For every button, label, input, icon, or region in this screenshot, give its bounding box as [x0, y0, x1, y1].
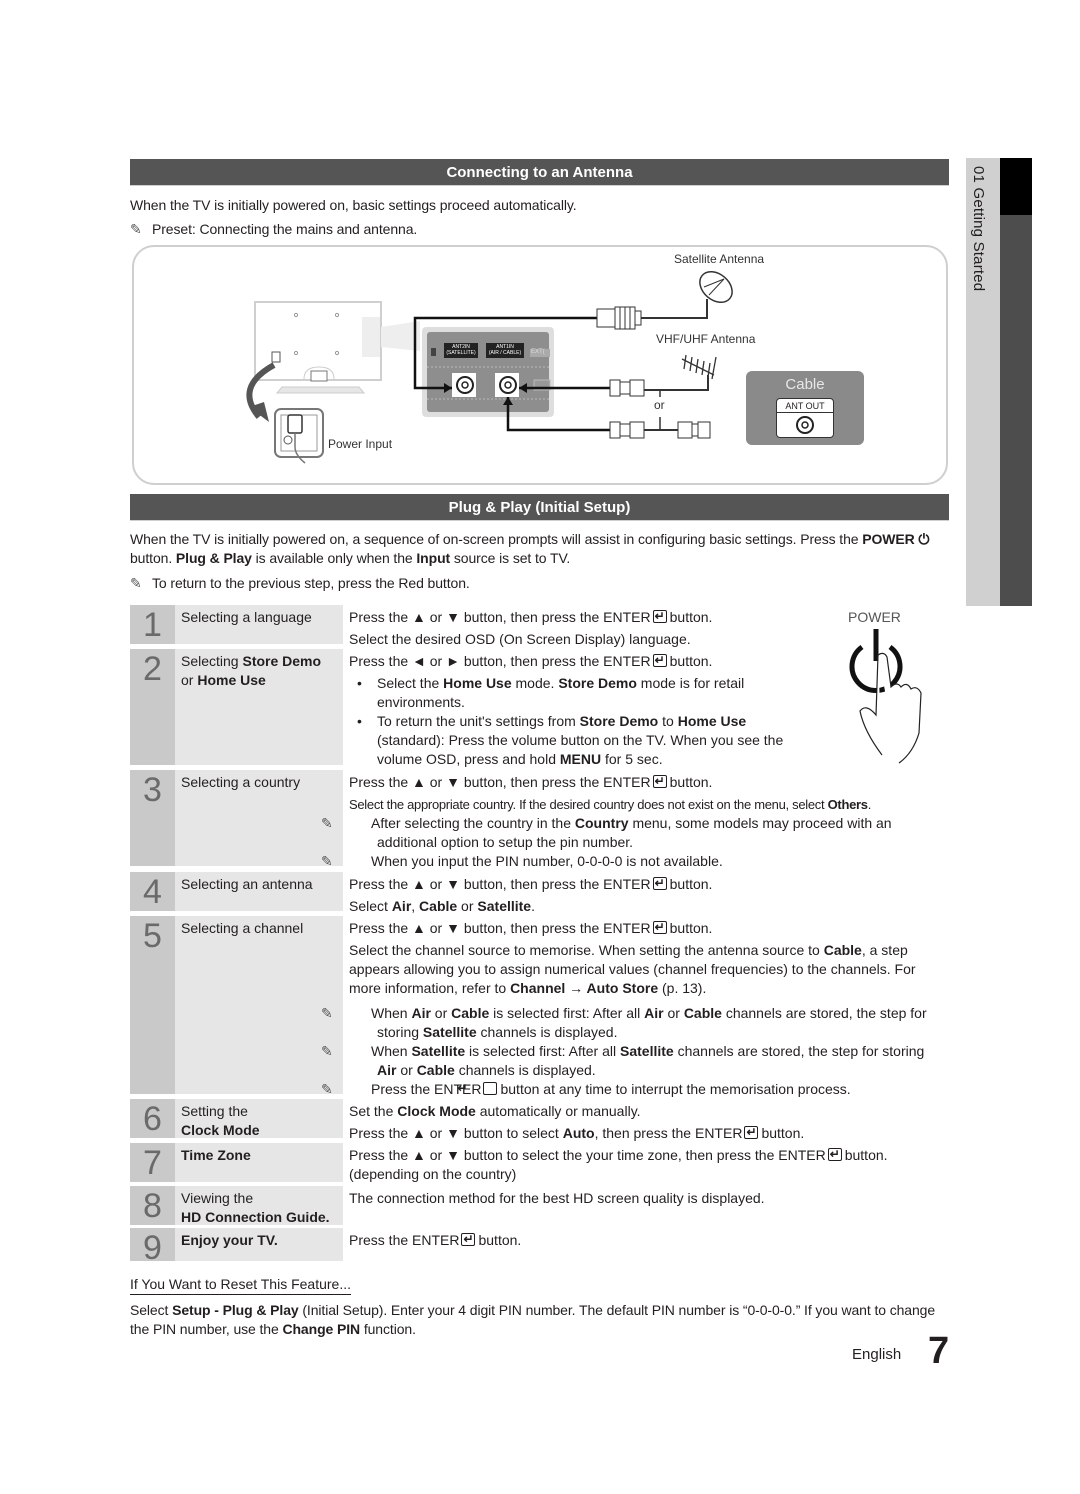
step-description: Press the ◄ or ► button, then press the …	[349, 651, 809, 769]
step-description: Press the ▲ or ▼ button, then press the …	[349, 607, 939, 652]
antenna-note-text: Preset: Connecting the mains and antenna…	[152, 221, 418, 237]
bullet-item: To return the unit's settings from Store…	[349, 712, 809, 769]
note-pencil-icon: ✎	[321, 815, 333, 831]
step-row: 4 Selecting an antenna Press the ▲ or ▼ …	[130, 872, 950, 914]
note-pencil-icon: ✎	[321, 1081, 333, 1097]
step-number: 2	[130, 649, 175, 765]
step-title: Setting the Clock Mode	[175, 1099, 343, 1138]
step-number: 9	[130, 1228, 175, 1267]
step-row: 1 Selecting a language Press the ▲ or ▼ …	[130, 605, 950, 647]
enter-icon	[652, 651, 667, 670]
chapter-tab-label: 01 Getting Started	[970, 166, 987, 292]
note-item: ✎ When Satellite is selected first: After…	[321, 1043, 925, 1078]
step-row: 5 Selecting a channel Press the ▲ or ▼ b…	[130, 916, 950, 1097]
enter-icon	[483, 1082, 498, 1095]
step-row: 2 Selecting Store Demo or Home Use Press…	[130, 649, 950, 769]
note-pencil-icon: ✎	[130, 221, 142, 237]
step-number: 7	[130, 1143, 175, 1182]
antenna-connection-diagram: Satellite Antenna VHF/UHF Antenna or Pow…	[132, 245, 948, 485]
ant-out-port: ANT OUT	[776, 398, 834, 438]
step-number: 6	[130, 1099, 175, 1138]
step-number: 4	[130, 872, 175, 911]
rf-connector-icon	[677, 421, 711, 439]
step-title: Viewing the HD Connection Guide.	[175, 1186, 343, 1225]
step-row: 9 Enjoy your TV. Press the ENTERbutton.	[130, 1228, 950, 1267]
step-description: Set the Clock Mode automatically or manu…	[349, 1102, 939, 1146]
enter-icon	[652, 874, 667, 893]
step-title: Enjoy your TV.	[175, 1228, 343, 1261]
bullet-item: Select the Home Use mode. Store Demo mod…	[349, 674, 809, 712]
step-row: 8 Viewing the HD Connection Guide. The co…	[130, 1186, 950, 1226]
enter-icon	[652, 607, 667, 626]
tv-antenna-panel	[422, 327, 554, 417]
plug-and-play-note: ✎ To return to the previous step, press t…	[130, 575, 470, 591]
step-row: 3 Selecting a country Press the ▲ or ▼ b…	[130, 770, 950, 869]
page-number: 7	[928, 1330, 950, 1372]
diagram-illustration	[246, 270, 733, 464]
step-title: Selecting an antenna	[175, 872, 343, 911]
step-title: Selecting a country	[175, 770, 343, 866]
chapter-tab-bar	[1000, 158, 1032, 606]
cable-title: Cable	[785, 376, 825, 393]
note-item: ✎Press the ENTERbutton at any time to in…	[321, 1080, 939, 1099]
vhf-antenna-icon	[681, 354, 717, 380]
chapter-tab-marker	[1000, 158, 1032, 215]
step-description: Press the ENTERbutton.	[349, 1230, 939, 1253]
antenna-note: ✎ Preset: Connecting the mains and antenn…	[130, 220, 417, 239]
enter-icon	[827, 1145, 842, 1164]
note-pencil-icon: ✎	[321, 1005, 333, 1021]
ant1-port-label: ANT1IN (AIR / CABLE)	[488, 344, 522, 356]
note-item: ✎ When Air or Cable is selected first: Af…	[321, 1005, 927, 1040]
step-description: Press the ▲ or ▼ button, then press the …	[349, 874, 939, 919]
plug-and-play-intro: When the TV is initially powered on, a s…	[130, 531, 930, 566]
reset-text: Select Setup - Plug & Play (Initial Setu…	[130, 1302, 936, 1337]
rf-connector-icon	[609, 421, 645, 439]
vhf-antenna-label: VHF/UHF Antenna	[656, 332, 756, 346]
step-row: 6 Setting the Clock Mode Set the Clock Mo…	[130, 1099, 950, 1142]
enter-icon	[461, 1230, 476, 1249]
step-description: Press the ▲ or ▼ button, then press the …	[321, 918, 939, 1099]
step-number: 8	[130, 1186, 175, 1225]
ext-port-label: EXT(	[531, 349, 545, 355]
or-label: or	[654, 398, 665, 412]
ant2-port-label: ANT2IN (SATELLITE)	[446, 344, 476, 356]
step-title: Selecting a channel	[175, 916, 343, 1094]
satellite-dish-icon	[699, 270, 733, 304]
step-row: 7 Time Zone Press the ▲ or ▼ button to s…	[130, 1143, 950, 1183]
reset-heading: If You Want to Reset This Feature...	[130, 1276, 352, 1295]
note-pencil-icon: ✎	[130, 575, 142, 591]
tv-back-icon	[254, 301, 420, 394]
power-input-label: Power Input	[328, 437, 393, 451]
note-item: ✎ After selecting the country in the Coun…	[321, 815, 892, 850]
step-title: Time Zone	[175, 1143, 343, 1182]
antenna-intro: When the TV is initially powered on, bas…	[130, 197, 577, 213]
satellite-antenna-label: Satellite Antenna	[674, 252, 765, 266]
coax-port-icon	[796, 416, 814, 434]
note-item: ✎ When you input the PIN number, 0-0-0-0 …	[321, 853, 723, 869]
power-icon: ⏻	[914, 531, 930, 547]
step-title: Selecting Store Demo or Home Use	[175, 649, 343, 765]
step-title: Selecting a language	[175, 605, 343, 644]
note-pencil-icon: ✎	[321, 1043, 333, 1059]
note-pencil-icon: ✎	[321, 853, 333, 869]
rf-connector-icon	[609, 379, 645, 397]
enter-icon	[652, 772, 667, 791]
cable-source-box: Cable ANT OUT	[746, 371, 864, 445]
section-heading-antenna: Connecting to an Antenna	[130, 159, 949, 186]
enter-icon	[744, 1123, 759, 1142]
power-input-icon	[274, 408, 324, 464]
step-description: Press the ▲ or ▼ button to select the yo…	[349, 1145, 939, 1187]
step-number: 5	[130, 916, 175, 1094]
step-number: 3	[130, 770, 175, 866]
section-heading-plug-and-play: Plug & Play (Initial Setup)	[130, 494, 949, 521]
step-number: 1	[130, 605, 175, 644]
step-description: Press the ▲ or ▼ button, then press the …	[321, 772, 939, 871]
footer-language: English	[852, 1346, 902, 1363]
step-description: The connection method for the best HD sc…	[349, 1190, 765, 1206]
satellite-connector-icon	[596, 306, 642, 330]
enter-icon	[652, 918, 667, 937]
